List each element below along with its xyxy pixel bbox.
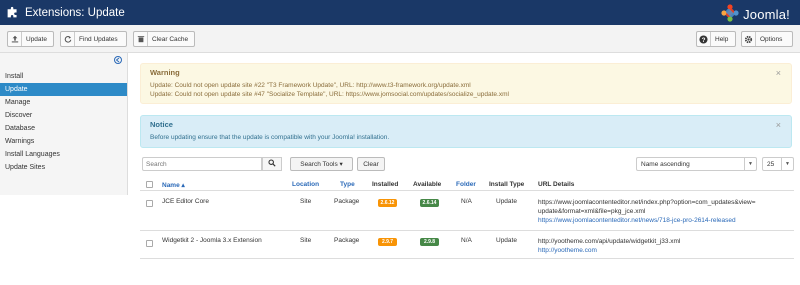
clear-cache-button[interactable]: Clear Cache (133, 31, 195, 47)
column-header-install-type: Install Type (489, 181, 525, 188)
installed-version-badge: 2.9.7 (378, 238, 397, 246)
column-header-installed: Installed (372, 181, 399, 188)
collapse-sidebar-icon[interactable] (114, 56, 122, 64)
upload-icon (8, 32, 22, 46)
column-header-url: URL Details (538, 181, 575, 188)
update-button[interactable]: Update (7, 31, 54, 47)
caret-down-icon: ▼ (744, 158, 756, 170)
close-icon[interactable]: × (776, 120, 781, 130)
url-details: https://www.joomlacontenteditor.net/inde… (538, 198, 756, 225)
options-button[interactable]: Options (741, 31, 793, 47)
close-icon[interactable]: × (776, 68, 781, 78)
table-row: Widgetkit 2 - Joomla 3.x Extension Site … (140, 231, 794, 259)
update-url: update&format=xml&file=pkg_jce.xml (538, 208, 646, 215)
sidebar-item-update[interactable]: Update (0, 83, 127, 96)
search-tools-button[interactable]: Search Tools ▾ (290, 157, 353, 171)
column-header-folder[interactable]: Folder (456, 181, 476, 188)
available-version-badge: 2.9.8 (420, 238, 439, 246)
available-version-badge: 2.6.14 (420, 199, 439, 207)
url-details: http://yootheme.com/api/update/widgetkit… (538, 237, 680, 255)
joomla-logo-icon (720, 3, 740, 25)
limit-select[interactable]: 25 ▼ (762, 157, 794, 171)
sidebar-item-database[interactable]: Database (0, 122, 127, 135)
toolbar: Update Find Updates Clear Cache ? Help O… (0, 25, 800, 53)
extension-install-type: Update (496, 198, 517, 205)
notice-message: Before updating ensure that the update i… (150, 134, 390, 141)
warning-message: Update: Could not open update site #22 "… (150, 82, 471, 89)
update-url: http://yootheme.com/api/update/widgetkit… (538, 238, 681, 245)
table-header-row: Name ▴ Location Type Installed Available… (140, 177, 794, 191)
installed-version-badge: 2.6.12 (378, 199, 397, 207)
info-url-link[interactable]: http://yootheme.com (538, 246, 680, 255)
sidebar-item-install-languages[interactable]: Install Languages (0, 148, 127, 161)
joomla-wordmark: Joomla! (743, 6, 790, 22)
extension-folder: N/A (461, 198, 472, 205)
extension-install-type: Update (496, 237, 517, 244)
find-updates-button[interactable]: Find Updates (60, 31, 127, 47)
puzzle-icon (6, 6, 19, 19)
gear-icon (742, 32, 756, 46)
info-url-link[interactable]: https://www.joomlacontenteditor.net/news… (538, 216, 756, 225)
sidebar-item-install[interactable]: Install (0, 70, 127, 83)
ordering-select[interactable]: Name ascending ▼ (636, 157, 757, 171)
extension-type: Package (334, 237, 360, 244)
search-input[interactable] (142, 157, 262, 171)
sidebar-item-update-sites[interactable]: Update Sites (0, 161, 127, 174)
clear-button[interactable]: Clear (357, 157, 385, 171)
sidebar-item-warnings[interactable]: Warnings (0, 135, 127, 148)
extension-name: Widgetkit 2 - Joomla 3.x Extension (162, 237, 262, 244)
extension-name: JCE Editor Core (162, 198, 209, 205)
row-checkbox[interactable] (146, 240, 153, 247)
warning-alert: Warning Update: Could not open update si… (140, 63, 792, 104)
joomla-brand[interactable]: Joomla! (720, 3, 790, 25)
warning-message: Update: Could not open update site #47 "… (150, 91, 509, 98)
notice-alert: Notice Before updating ensure that the u… (140, 115, 792, 148)
admin-header: Extensions: Update Joomla! (0, 0, 800, 25)
sidebar: Install Update Manage Discover Database … (0, 53, 128, 195)
extension-location: Site (300, 198, 312, 205)
extension-location: Site (300, 237, 312, 244)
warning-heading: Warning (150, 68, 180, 77)
column-header-available: Available (413, 181, 442, 188)
extension-folder: N/A (461, 237, 472, 244)
sidebar-item-manage[interactable]: Manage (0, 96, 127, 109)
search-button[interactable] (262, 157, 282, 171)
sidebar-item-discover[interactable]: Discover (0, 109, 127, 122)
page-title: Extensions: Update (25, 6, 125, 19)
row-checkbox[interactable] (146, 200, 153, 207)
column-header-location[interactable]: Location (292, 181, 319, 188)
update-url: https://www.joomlacontenteditor.net/inde… (538, 199, 756, 206)
extension-type: Package (334, 198, 360, 205)
sidebar-menu: Install Update Manage Discover Database … (0, 70, 127, 174)
column-header-type[interactable]: Type (340, 181, 355, 188)
notice-heading: Notice (150, 120, 173, 129)
caret-down-icon: ▼ (781, 158, 793, 170)
search-icon (268, 159, 276, 169)
select-all-checkbox[interactable] (146, 181, 153, 188)
help-button[interactable]: ? Help (696, 31, 736, 47)
updates-table: Name ▴ Location Type Installed Available… (140, 177, 794, 259)
svg-text:?: ? (702, 36, 706, 43)
trash-icon (134, 32, 148, 46)
refresh-icon (61, 32, 75, 46)
column-header-name[interactable]: Name ▴ (162, 181, 185, 189)
question-icon: ? (697, 32, 711, 46)
table-row: JCE Editor Core Site Package 2.6.12 2.6.… (140, 191, 794, 231)
